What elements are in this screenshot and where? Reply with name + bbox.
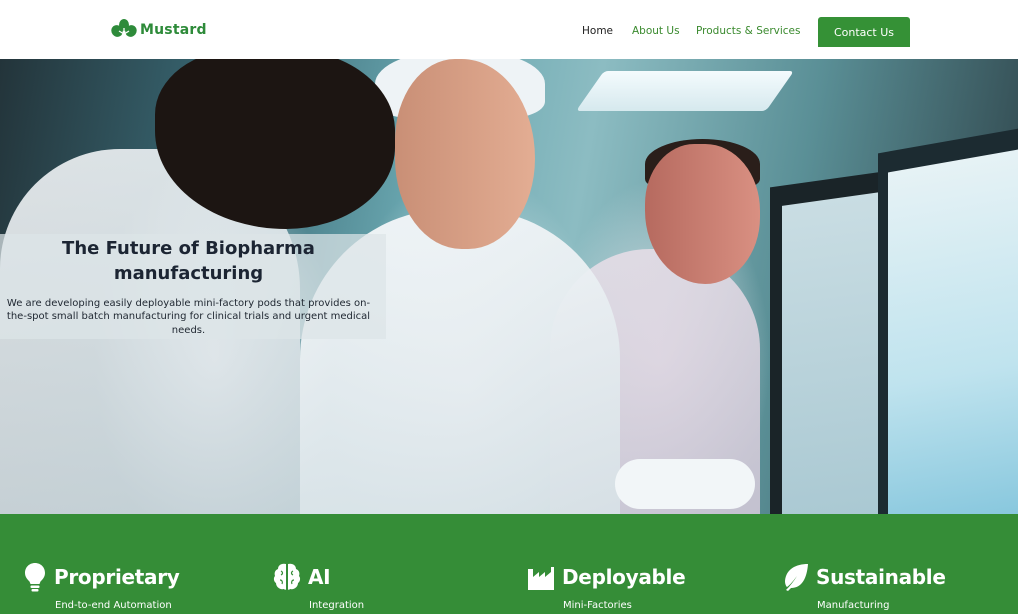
feature-deployable: Deployable Mini-Factories [527,561,747,614]
nav-products-services[interactable]: Products & Services [696,25,800,37]
hero-description: We are developing easily deployable mini… [6,298,371,336]
leaf-icon [785,564,808,591]
contact-us-button[interactable]: Contact Us [818,17,910,47]
brain-icon [273,563,301,590]
feature-subtitle: Mini-Factories [563,600,632,611]
feature-title: Sustainable [816,565,946,589]
feature-title: AI [308,565,331,589]
factory-icon [528,567,554,590]
feature-title: Deployable [562,565,686,589]
logo-text: Mustard [140,22,207,38]
feature-title: Proprietary [54,565,180,589]
feature-subtitle: Manufacturing [817,600,890,611]
nav-about-us[interactable]: About Us [632,25,680,37]
logo-icon [111,19,137,40]
hero-title-line1: The Future of Biopharma [62,238,315,259]
feature-ai: AI Integration [272,561,492,614]
hero-title: The Future of Biopharma manufacturing [0,236,377,286]
site-header: Mustard Home About Us Products & Service… [0,0,1018,59]
feature-sustainable: Sustainable Manufacturing [780,561,1010,614]
hero-title-line2: manufacturing [113,263,264,284]
feature-subtitle: End-to-end Automation [55,600,172,611]
nav-home[interactable]: Home [582,25,613,37]
logo[interactable]: Mustard [111,19,207,41]
feature-subtitle: Integration [309,600,365,611]
feature-proprietary: Proprietary End-to-end Automation [22,561,252,614]
lightbulb-icon [25,563,45,592]
